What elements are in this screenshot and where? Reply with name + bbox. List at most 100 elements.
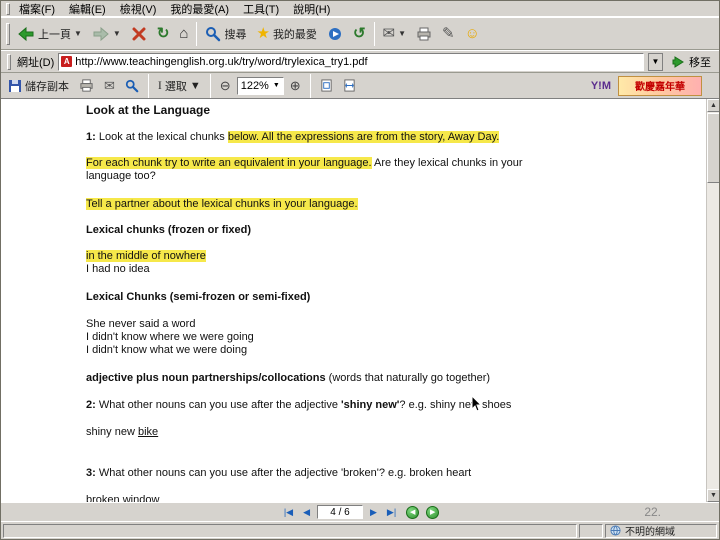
mail-dropdown-icon[interactable]: ▼: [398, 29, 406, 38]
address-dropdown-icon[interactable]: ▼: [648, 52, 663, 71]
doc-line: language too?: [86, 170, 689, 183]
menu-item[interactable]: 編輯(E): [62, 4, 113, 16]
messenger-button[interactable]: ☺: [460, 23, 485, 44]
favorites-button[interactable]: ★ 我的最愛: [251, 23, 321, 45]
browser-window: 檔案(F) 編輯(E) 檢視(V) 我的最愛(A) 工具(T) 說明(H) 上一頁 ▼ ▼…: [0, 0, 720, 540]
media-button[interactable]: [322, 23, 348, 45]
print-button[interactable]: [411, 23, 437, 45]
page-indicator[interactable]: 4 / 6: [317, 505, 363, 519]
globe-icon: [610, 525, 621, 536]
back-button[interactable]: 上一頁 ▼: [12, 22, 87, 46]
zoom-dropdown-icon[interactable]: ▼: [273, 82, 280, 89]
text-run: language too?: [86, 170, 156, 182]
doc-line: Look at the Language: [86, 104, 689, 117]
scroll-down-icon[interactable]: ▼: [707, 489, 719, 502]
doc-line: in the middle of nowhere: [86, 250, 689, 263]
forward-dropdown-icon[interactable]: ▼: [113, 29, 121, 38]
toolbar-grip[interactable]: [6, 22, 9, 45]
separator: [196, 21, 198, 46]
text-run: I didn't know what we were doing: [86, 344, 248, 356]
mail-button[interactable]: ✉ ▼: [378, 23, 412, 44]
zoom-level-value: 122%: [240, 79, 269, 92]
last-page-button[interactable]: ▶|: [384, 505, 399, 519]
scroll-up-icon[interactable]: ▲: [707, 99, 719, 112]
zoom-in-button[interactable]: ⊕: [286, 77, 305, 94]
toolbar-grip[interactable]: [6, 3, 9, 14]
history-button[interactable]: ↺: [348, 23, 371, 44]
separator: [147, 73, 149, 98]
doc-line: For each chunk try to write an equivalen…: [86, 157, 689, 170]
next-page-button[interactable]: ▶: [367, 505, 380, 519]
home-button[interactable]: ⌂: [174, 23, 193, 44]
select-tool-button[interactable]: I 選取 ▼: [154, 77, 205, 95]
zoom-level-combo[interactable]: 122% ▼: [236, 76, 284, 95]
highlighted-text: below. All the expressions are from the …: [227, 131, 500, 143]
doc-line: broken window: [86, 494, 689, 502]
text-run: 1:: [86, 131, 99, 143]
fit-width-icon: [344, 79, 355, 92]
fit-width-button[interactable]: [339, 78, 360, 93]
menu-bar: 檔案(F) 編輯(E) 檢視(V) 我的最愛(A) 工具(T) 說明(H): [1, 1, 719, 17]
text-run: (words that naturally go together): [325, 372, 491, 384]
address-field[interactable]: A http://www.teachingenglish.org.uk/try/…: [58, 52, 644, 71]
forward-icon: [93, 26, 109, 41]
address-label: 網址(D): [17, 56, 55, 69]
go-label: 移至: [689, 56, 711, 69]
search-label: 搜尋: [224, 28, 247, 41]
select-dropdown-icon[interactable]: ▼: [190, 80, 201, 92]
mouse-cursor: [471, 395, 483, 412]
doc-line: 2: What other nouns can you use after th…: [86, 399, 689, 412]
text-run: Look at the lexical chunks: [98, 131, 228, 143]
doc-line: Lexical Chunks (semi-frozen or semi-fixe…: [86, 291, 689, 304]
go-button[interactable]: 移至: [667, 53, 716, 71]
pdf-email-button[interactable]: ✉: [100, 77, 119, 94]
pdf-page: Look at the Language 1: Look at the lexic…: [1, 99, 719, 502]
home-icon: ⌂: [179, 25, 189, 42]
forward-button[interactable]: ▼: [87, 22, 126, 46]
vertical-scrollbar[interactable]: ▲ ▼: [706, 99, 719, 502]
separator: [209, 73, 211, 98]
doc-line: She never said a word: [86, 318, 689, 331]
previous-page-button[interactable]: ◀: [300, 505, 313, 519]
pdf-email-icon: ✉: [104, 78, 115, 93]
yahoo-messenger-button[interactable]: Y!M: [586, 79, 616, 93]
fit-page-button[interactable]: [316, 78, 337, 93]
pdf-print-button[interactable]: [75, 77, 98, 94]
menu-item[interactable]: 檔案(F): [12, 4, 62, 16]
edit-button[interactable]: ✎: [437, 23, 460, 44]
pdf-search-icon: [125, 79, 139, 92]
pdf-favicon: A: [61, 56, 73, 67]
back-dropdown-icon[interactable]: ▼: [74, 29, 82, 38]
zoom-out-button[interactable]: ⊖: [216, 77, 235, 94]
text-run: shiny new: [86, 426, 138, 438]
scrollbar-thumb[interactable]: [707, 113, 719, 183]
status-bar: 不明的網域: [1, 521, 719, 539]
menu-item[interactable]: 工具(T): [236, 4, 286, 16]
first-page-button[interactable]: |◀: [281, 505, 296, 519]
text-run: I had no idea: [86, 263, 150, 275]
stop-icon: [132, 27, 146, 40]
ad-banner[interactable]: 歡慶嘉年華: [618, 75, 702, 96]
separator: [309, 73, 311, 98]
doc-line: 1: Look at the lexical chunks below. All…: [86, 131, 689, 144]
pdf-search-button[interactable]: [121, 78, 143, 94]
text-run: What other nouns can you use after the a…: [98, 399, 341, 411]
menu-item[interactable]: 檢視(V): [113, 4, 164, 16]
address-url[interactable]: http://www.teachingenglish.org.uk/try/wo…: [75, 56, 641, 68]
toolbar-grip[interactable]: [7, 54, 10, 69]
refresh-button[interactable]: ↻: [152, 23, 175, 44]
go-arrow-icon: [672, 55, 684, 68]
text-run: Are they lexical chunks in your: [371, 157, 523, 169]
menu-item[interactable]: 我的最愛(A): [163, 4, 236, 16]
text-run: She never said a word: [86, 318, 196, 330]
menu-item[interactable]: 說明(H): [286, 4, 337, 16]
next-view-button[interactable]: ▶: [426, 505, 440, 519]
stop-button[interactable]: [126, 23, 152, 45]
doc-line: I didn't know what we were doing: [86, 344, 689, 357]
zoom-in-icon: ⊕: [289, 78, 301, 93]
previous-view-button[interactable]: ◀: [406, 505, 420, 519]
save-copy-button[interactable]: 儲存副本: [4, 77, 73, 95]
search-button[interactable]: 搜尋: [200, 23, 251, 45]
slide-number: 22.: [644, 505, 661, 519]
text-select-icon: I: [157, 78, 162, 92]
